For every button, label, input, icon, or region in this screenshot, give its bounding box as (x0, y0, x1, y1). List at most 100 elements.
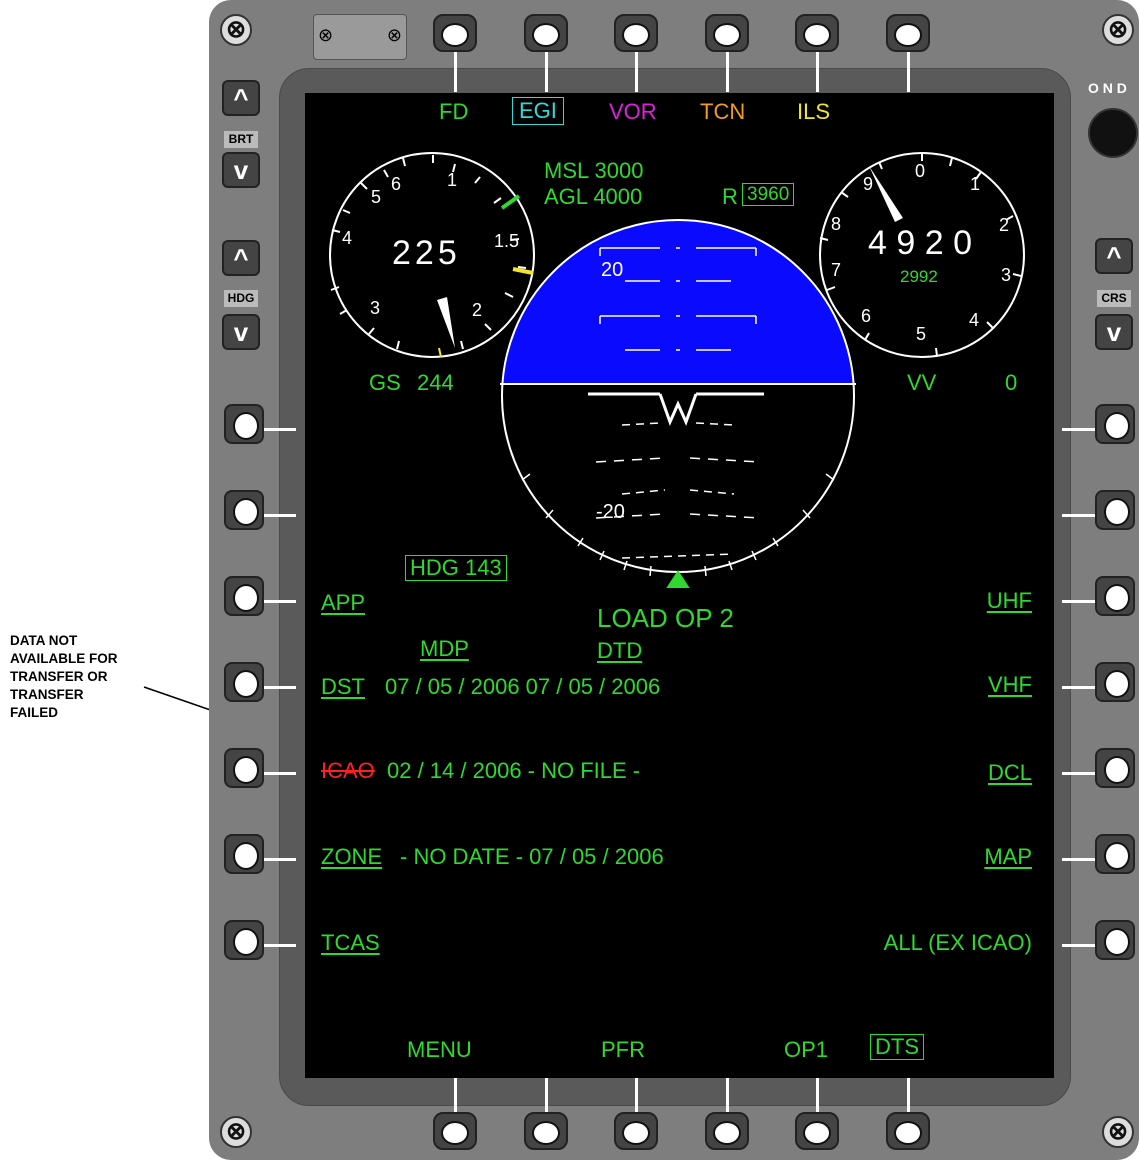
tcas-option[interactable]: TCAS (321, 932, 380, 954)
screw-icon: ⊗ (318, 25, 334, 45)
knob-label: O N D (1088, 80, 1127, 96)
leader-line (907, 1078, 910, 1112)
bottom-button-1[interactable] (433, 1112, 477, 1150)
top-button-1[interactable] (433, 14, 477, 52)
dts-option[interactable]: DTS (870, 1034, 924, 1060)
top-button-2[interactable] (524, 14, 568, 52)
leader-line (635, 52, 638, 92)
bottom-button-4[interactable] (705, 1112, 749, 1150)
mode-knob[interactable] (1088, 108, 1138, 158)
screw-icon: ⊗ (386, 25, 402, 45)
tcn-label[interactable]: TCN (700, 101, 745, 123)
heading-box: HDG 143 (405, 555, 507, 581)
fd-label[interactable]: FD (439, 101, 468, 123)
airspeed-scale-label: 2 (472, 300, 482, 320)
map-option[interactable]: MAP (984, 846, 1032, 868)
leader-line (1062, 944, 1095, 947)
bottom-button-5[interactable] (795, 1112, 839, 1150)
vhf-option[interactable]: VHF (988, 674, 1032, 696)
leader-line (264, 428, 296, 431)
top-button-4[interactable] (705, 14, 749, 52)
left-button-6[interactable] (224, 834, 264, 874)
right-button-6[interactable] (1095, 834, 1135, 874)
leader-line (264, 858, 296, 861)
vsi-scale-label: 3 (1001, 265, 1011, 285)
left-button-3[interactable] (224, 576, 264, 616)
screw-icon: ⊗ (220, 14, 252, 46)
leader-line (1062, 514, 1095, 517)
left-button-2[interactable] (224, 490, 264, 530)
annotation-callout: DATA NOT AVAILABLE FOR TRANSFER OR TRANS… (10, 632, 118, 722)
brt-up-button[interactable]: ^ (222, 80, 260, 116)
icao-option[interactable]: ICAO (321, 760, 375, 782)
vsi-scale-label: 2 (999, 215, 1009, 235)
dcl-option[interactable]: DCL (988, 762, 1032, 784)
airspeed-value: 225 (392, 234, 461, 272)
app-option[interactable]: APP (321, 592, 365, 614)
left-button-7[interactable] (224, 920, 264, 960)
brt-down-button[interactable]: v (222, 152, 260, 188)
leader-line (545, 1078, 548, 1112)
radar-altitude-label: R (722, 184, 738, 209)
leader-line (264, 600, 296, 603)
left-button-1[interactable] (224, 404, 264, 444)
msl-altitude: MSL 3000 (544, 158, 644, 183)
airspeed-scale-label: 5 (371, 187, 381, 207)
bottom-button-2[interactable] (524, 1112, 568, 1150)
hdg-up-button[interactable]: ^ (222, 240, 260, 276)
crs-down-button[interactable]: v (1095, 314, 1133, 350)
top-button-3[interactable] (614, 14, 658, 52)
right-button-2[interactable] (1095, 490, 1135, 530)
right-button-1[interactable] (1095, 404, 1135, 444)
airspeed-scale-label: 4 (342, 228, 352, 248)
hdg-down-button[interactable]: v (222, 314, 260, 350)
top-button-6[interactable] (886, 14, 930, 52)
top-button-5[interactable] (795, 14, 839, 52)
leader-line (635, 1078, 638, 1112)
left-button-5[interactable] (224, 748, 264, 788)
leader-line (264, 686, 296, 689)
annotation-line: TRANSFER (10, 687, 84, 702)
egi-label[interactable]: EGI (512, 97, 564, 125)
vor-label[interactable]: VOR (609, 101, 657, 123)
bottom-button-6[interactable] (886, 1112, 930, 1150)
pitch-label-20: 20 (601, 259, 623, 281)
annotation-line: AVAILABLE FOR (10, 651, 118, 666)
right-button-7[interactable] (1095, 920, 1135, 960)
agl-altitude: AGL 4000 (544, 184, 643, 209)
hdg-label: HDG (224, 290, 258, 307)
brt-label: BRT (224, 131, 258, 148)
uhf-option[interactable]: UHF (987, 590, 1032, 612)
attitude-indicator: 20 -20 (500, 219, 856, 588)
altitude-sub-value: 2992 (900, 267, 938, 286)
crs-up-button[interactable]: ^ (1095, 238, 1133, 274)
left-button-4[interactable] (224, 662, 264, 702)
load-status: LOAD OP 2 (597, 603, 734, 633)
bottom-button-3[interactable] (614, 1112, 658, 1150)
right-button-3[interactable] (1095, 576, 1135, 616)
right-button-5[interactable] (1095, 748, 1135, 788)
vv-label: VV (907, 370, 937, 395)
annotation-line: FAILED (10, 705, 59, 720)
all-ex-icao-option[interactable]: ALL (EX ICAO) (884, 932, 1032, 954)
gs-value: 244 (417, 370, 454, 395)
ils-label[interactable]: ILS (797, 101, 830, 123)
pfr-option[interactable]: PFR (601, 1039, 645, 1061)
radar-altitude-value: 3960 (742, 183, 795, 206)
vsi-scale-label: 0 (915, 161, 925, 181)
gs-label: GS (369, 370, 401, 395)
dst-dates: 07 / 05 / 2006 07 / 05 / 2006 (385, 674, 661, 699)
zone-option[interactable]: ZONE (321, 846, 382, 868)
leader-line (1062, 686, 1095, 689)
leader-line (1062, 772, 1095, 775)
airspeed-scale-label: 6 (391, 174, 401, 194)
op1-option[interactable]: OP1 (784, 1039, 828, 1061)
leader-line (907, 52, 910, 92)
screw-icon: ⊗ (1102, 1116, 1134, 1148)
icao-dates: 02 / 14 / 2006 - NO FILE - (387, 758, 641, 783)
menu-option[interactable]: MENU (407, 1039, 472, 1061)
right-button-4[interactable] (1095, 662, 1135, 702)
access-plate: ⊗ ⊗ (313, 14, 407, 60)
zone-dates: - NO DATE - 07 / 05 / 2006 (400, 844, 664, 869)
dst-option[interactable]: DST (321, 676, 365, 698)
